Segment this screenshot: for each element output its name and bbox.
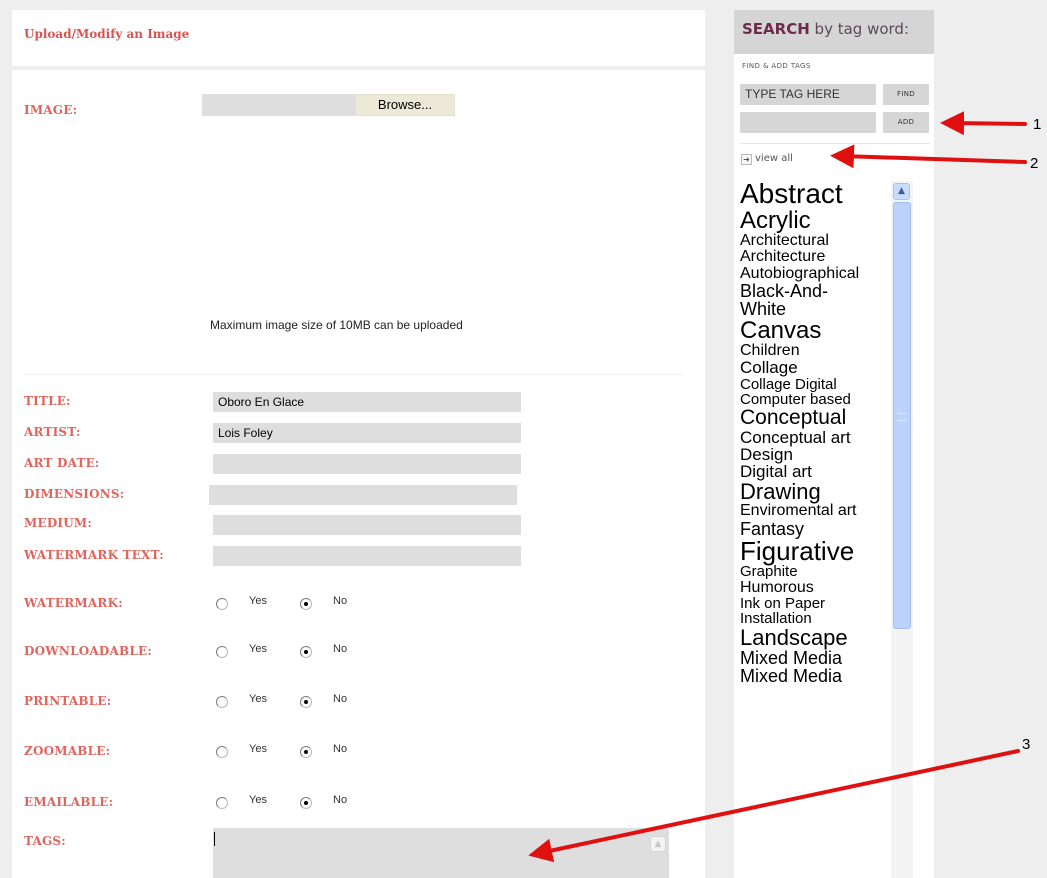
annotation-number-3: 3 bbox=[1022, 736, 1030, 753]
annotation-arrow-1 bbox=[940, 111, 1027, 136]
annotation-arrow-3 bbox=[528, 749, 1020, 863]
annotation-number-1: 1 bbox=[1033, 116, 1041, 133]
annotation-arrow-2 bbox=[830, 144, 1027, 169]
annotation-number-2: 2 bbox=[1030, 155, 1038, 172]
annotation-overlay: 1 2 3 bbox=[528, 111, 1041, 863]
